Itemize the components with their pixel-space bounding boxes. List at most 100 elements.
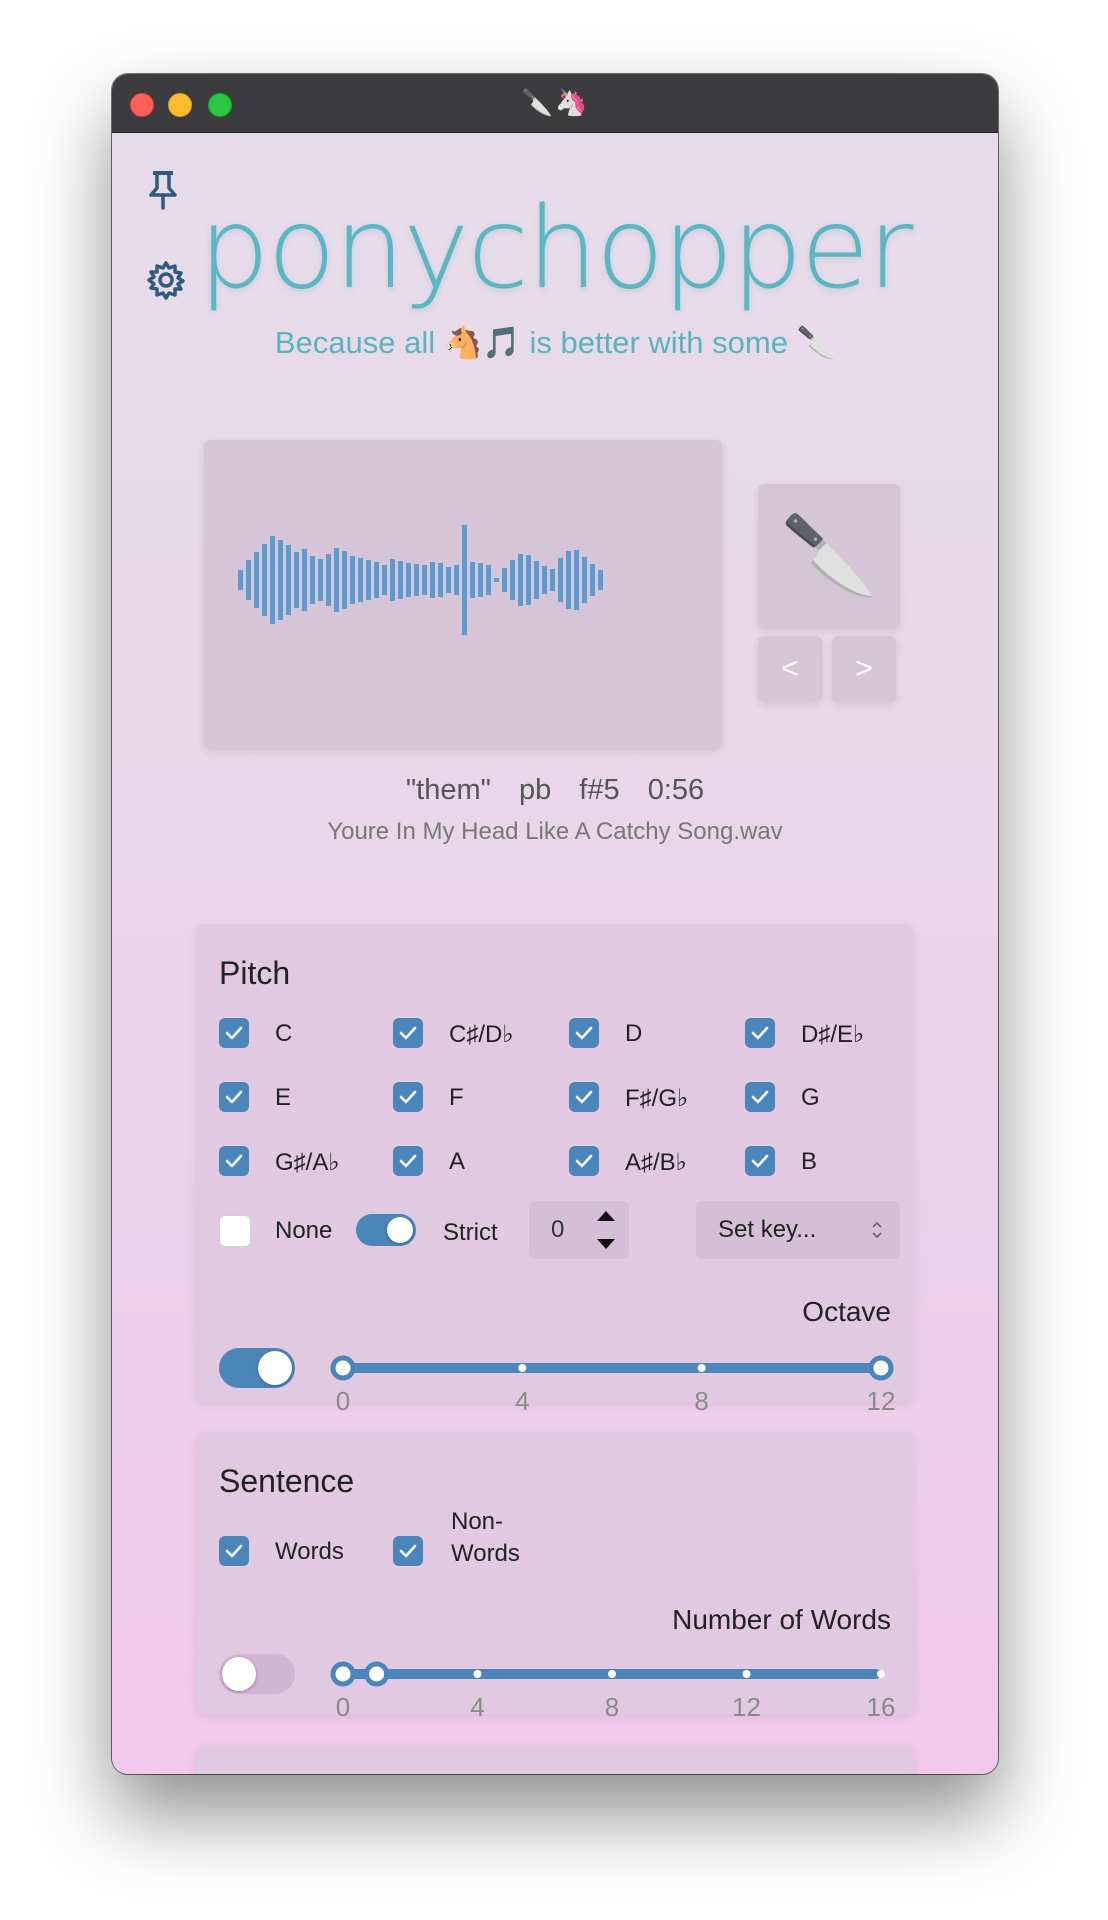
check-icon xyxy=(399,1026,417,1040)
stepper-down-icon[interactable] xyxy=(595,1237,617,1251)
clip-time: 0:56 xyxy=(647,774,705,806)
waveform-bar xyxy=(398,561,403,599)
waveform-bar xyxy=(566,551,571,609)
sentence-title: Sentence xyxy=(219,1463,355,1499)
next-panel xyxy=(196,1746,914,1774)
slider-tick-dot xyxy=(877,1670,885,1678)
waveform-bar xyxy=(302,549,307,611)
note-label: A♯/B♭ xyxy=(625,1149,688,1176)
clip-filename: Youre In My Head Like A Catchy Song.wav xyxy=(327,818,783,845)
clip-speaker: pb xyxy=(518,774,552,806)
note-checkbox[interactable] xyxy=(393,1018,423,1048)
waveform-bar xyxy=(286,545,291,615)
note-label: C xyxy=(275,1020,293,1047)
chop-button[interactable]: 🔪 xyxy=(758,484,900,628)
note-label: A xyxy=(449,1148,466,1175)
note-checkbox[interactable] xyxy=(219,1018,249,1048)
waveform-display[interactable] xyxy=(204,440,722,748)
note-checkbox[interactable] xyxy=(745,1082,775,1112)
pitch-title: Pitch xyxy=(219,955,291,991)
note-label: F xyxy=(449,1084,464,1111)
slider-range-fill xyxy=(343,1669,377,1679)
sentence-panel: Sentence Words Non- Words Number of Word… xyxy=(196,1432,914,1722)
nonwords-line2: Words xyxy=(451,1540,520,1567)
waveform-bar xyxy=(510,560,515,600)
waveform-bar xyxy=(294,552,299,608)
slider-low-handle[interactable] xyxy=(330,1355,356,1381)
waveform-bar xyxy=(598,570,603,590)
check-icon xyxy=(575,1090,593,1104)
words-label: Words xyxy=(275,1538,344,1565)
strict-label: Strict xyxy=(443,1219,498,1246)
slider-tick-dot xyxy=(697,1364,706,1372)
stepper-up-icon[interactable] xyxy=(595,1209,617,1223)
waveform-bar xyxy=(550,569,555,591)
waveform-bar xyxy=(590,564,595,596)
note-label: D♯/E♭ xyxy=(801,1021,865,1048)
slider-high-handle[interactable] xyxy=(868,1355,894,1381)
clip-info: "them" pb f#5 0:56 xyxy=(112,774,998,807)
waveform-bar xyxy=(342,551,347,609)
note-checkbox[interactable] xyxy=(393,1082,423,1112)
previous-button[interactable]: < xyxy=(758,636,822,702)
nonwords-label: Non- Words xyxy=(451,1506,520,1570)
check-icon xyxy=(399,1544,417,1558)
check-icon xyxy=(751,1090,769,1104)
note-checkbox[interactable] xyxy=(569,1146,599,1176)
waveform-bar xyxy=(518,554,523,606)
set-key-label: Set key... xyxy=(718,1216,817,1243)
waveform-bar xyxy=(414,564,419,596)
note-checkbox[interactable] xyxy=(569,1082,599,1112)
waveform-bar xyxy=(334,548,339,612)
note-checkbox[interactable] xyxy=(569,1018,599,1048)
window-title: 🔪🦄 xyxy=(520,87,590,117)
waveform-bar xyxy=(558,558,563,602)
note-label: B xyxy=(801,1148,818,1175)
octave-toggle-knob xyxy=(258,1351,292,1385)
waveform-bar xyxy=(542,566,547,594)
note-checkbox[interactable] xyxy=(745,1146,775,1176)
waveform-bar xyxy=(390,559,395,601)
check-icon xyxy=(751,1154,769,1168)
check-icon xyxy=(575,1154,593,1168)
slider-tick-label: 16 xyxy=(866,1692,896,1722)
transpose-stepper[interactable]: 0 xyxy=(529,1201,629,1259)
slider-tick-label: 0 xyxy=(335,1386,351,1416)
octave-toggle[interactable] xyxy=(219,1348,295,1388)
set-key-dropdown[interactable]: Set key... xyxy=(696,1201,900,1259)
slider-high-handle[interactable] xyxy=(364,1661,390,1687)
waveform-bar xyxy=(422,565,427,595)
note-checkbox[interactable] xyxy=(745,1018,775,1048)
note-checkbox[interactable] xyxy=(219,1146,249,1176)
slider-tick-dot xyxy=(742,1670,751,1678)
waveform-bar xyxy=(486,565,491,595)
title-bar: 🔪🦄 xyxy=(112,74,998,133)
slider-track[interactable] xyxy=(343,1669,881,1679)
slider-graphic xyxy=(330,1661,885,1687)
slider-track[interactable] xyxy=(343,1363,881,1373)
num-words-label: Number of Words xyxy=(672,1604,891,1635)
knife-icon: 🔪 xyxy=(780,511,878,599)
num-words-toggle[interactable] xyxy=(219,1654,295,1694)
waveform-bar xyxy=(310,556,315,604)
strict-toggle-knob xyxy=(387,1217,413,1243)
none-checkbox[interactable] xyxy=(219,1215,251,1247)
nonwords-checkbox[interactable] xyxy=(393,1536,423,1566)
waveform-bar xyxy=(430,562,435,598)
waveform-graphic xyxy=(238,525,603,635)
note-checkbox[interactable] xyxy=(393,1146,423,1176)
waveform-bar xyxy=(438,563,443,597)
waveform-bar xyxy=(526,555,531,605)
slider-tick-label: 8 xyxy=(694,1386,709,1416)
waveform-bar xyxy=(470,562,475,598)
waveform-bar xyxy=(454,565,459,595)
slider-low-handle[interactable] xyxy=(330,1661,356,1687)
pitch-panel: Pitch C C♯/D♭ D D♯/E♭ E F F♯/G♭ G G♯/A♭ A A♯/B♭ B N… xyxy=(196,924,914,1416)
note-checkbox[interactable] xyxy=(219,1082,249,1112)
words-checkbox[interactable] xyxy=(219,1536,249,1566)
next-button[interactable]: > xyxy=(832,636,896,702)
waveform-bar xyxy=(534,561,539,599)
slider-tick-dot xyxy=(518,1364,527,1372)
strict-toggle[interactable] xyxy=(356,1214,416,1246)
clip-word: "them" xyxy=(405,774,491,806)
